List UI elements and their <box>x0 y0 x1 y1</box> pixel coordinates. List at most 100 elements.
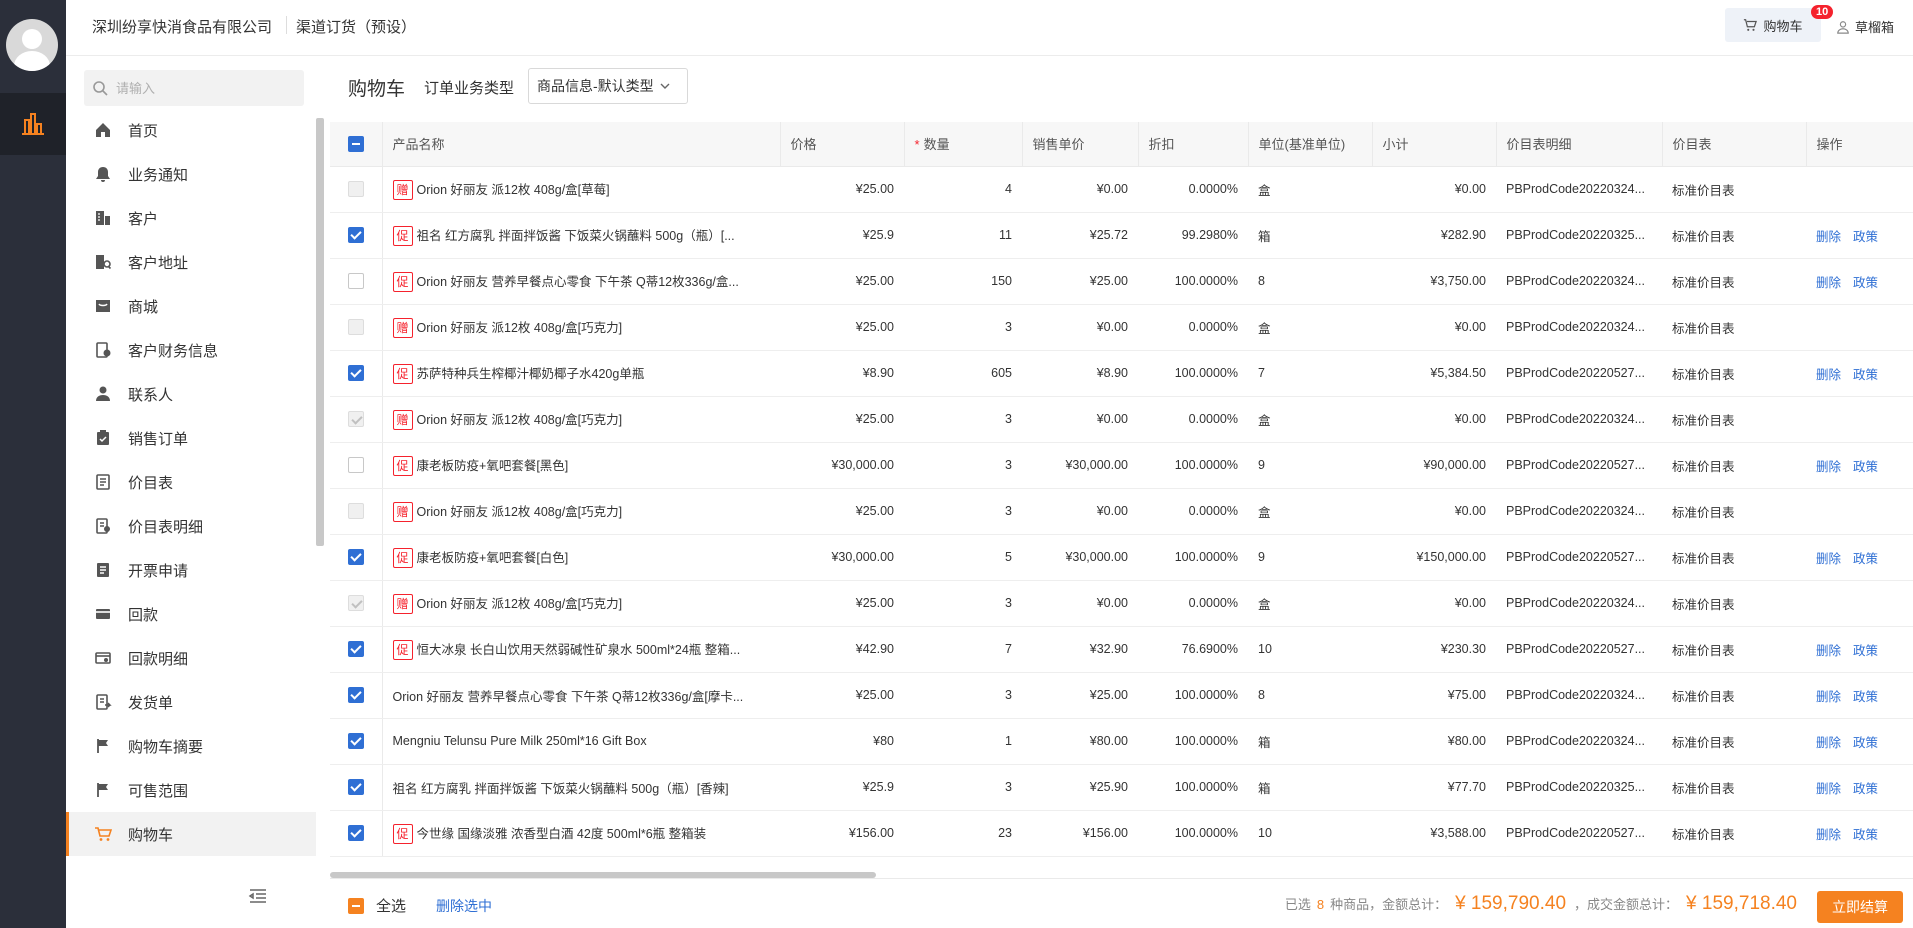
product-name[interactable]: 康老板防疫+氧吧套餐[黑色] <box>417 459 569 473</box>
cell-quantity[interactable]: 3 <box>904 672 1022 719</box>
sidebar-item-8[interactable]: 价目表 <box>66 460 316 504</box>
product-name[interactable]: Orion 好丽友 派12枚 408g/盒[巧克力] <box>417 321 623 335</box>
cell-quantity[interactable]: 3 <box>904 764 1022 811</box>
sidebar-scrollbar[interactable] <box>316 118 324 546</box>
product-name[interactable]: 康老板防疫+氧吧套餐[白色] <box>417 551 569 565</box>
cell-quantity[interactable]: 4 <box>904 166 1022 213</box>
cart-button[interactable]: 购物车 <box>1725 8 1821 42</box>
delete-link[interactable]: 删除 <box>1816 368 1841 382</box>
search-input[interactable] <box>116 80 296 96</box>
table-row[interactable]: 赠 Orion 好丽友 派12枚 408g/盒[巧克力] ¥25.00 3 ¥0.00 0… <box>330 488 1913 535</box>
product-name[interactable]: 祖名 红方腐乳 拌面拌饭酱 下饭菜火锅蘸料 500g（瓶）[... <box>417 229 735 243</box>
checkout-button[interactable]: 立即结算 <box>1817 891 1903 923</box>
table-row[interactable]: 促恒大冰泉 长白山饮用天然弱碱性矿泉水 500ml*24瓶 整箱... ¥42.9… <box>330 626 1913 673</box>
sidebar-item-12[interactable]: 回款明细 <box>66 636 316 680</box>
sidebar-item-4[interactable]: 商城 <box>66 284 316 328</box>
rail-app-item[interactable] <box>0 93 66 155</box>
policy-link[interactable]: 政策 <box>1853 736 1878 750</box>
sidebar-item-9[interactable]: 价目表明细 <box>66 504 316 548</box>
product-name[interactable]: 恒大冰泉 长白山饮用天然弱碱性矿泉水 500ml*24瓶 整箱... <box>417 643 741 657</box>
cell-quantity[interactable]: 11 <box>904 212 1022 259</box>
policy-link[interactable]: 政策 <box>1853 368 1878 382</box>
delete-link[interactable]: 删除 <box>1816 276 1841 290</box>
policy-link[interactable]: 政策 <box>1853 828 1878 842</box>
cell-quantity[interactable]: 3 <box>904 442 1022 489</box>
delete-link[interactable]: 删除 <box>1816 828 1841 842</box>
avatar[interactable] <box>6 19 58 71</box>
policy-link[interactable]: 政策 <box>1853 690 1878 704</box>
table-row[interactable]: Orion 好丽友 营养早餐点心零食 下午茶 Q蒂12枚336g/盒[摩卡...… <box>330 672 1913 719</box>
channel-name[interactable]: 渠道订货（预设） <box>296 16 416 37</box>
delete-link[interactable]: 删除 <box>1816 230 1841 244</box>
delete-link[interactable]: 删除 <box>1816 690 1841 704</box>
delete-link[interactable]: 删除 <box>1816 736 1841 750</box>
product-name[interactable]: Orion 好丽友 派12枚 408g/盒[巧克力] <box>417 505 623 519</box>
table-row[interactable]: 促 Orion 好丽友 营养早餐点心零食 下午茶 Q蒂12枚336g/盒... ¥2… <box>330 258 1913 305</box>
product-name[interactable]: Orion 好丽友 派12枚 408g/盒[巧克力] <box>417 413 623 427</box>
delete-link[interactable]: 删除 <box>1816 460 1841 474</box>
policy-link[interactable]: 政策 <box>1853 644 1878 658</box>
sidebar-item-2[interactable]: 客户 <box>66 196 316 240</box>
product-name[interactable]: Orion 好丽友 派12枚 408g/盒[巧克力] <box>417 597 623 611</box>
table-row[interactable]: 赠 Orion 好丽友 派12枚 408g/盒[巧克力] ¥25.00 3 ¥0.00 0… <box>330 580 1913 627</box>
sidebar-item-13[interactable]: 发货单 <box>66 680 316 724</box>
cell-quantity[interactable]: 23 <box>904 810 1022 857</box>
table-row[interactable]: 赠 Orion 好丽友 派12枚 408g/盒[巧克力] ¥25.00 3 ¥0.00 0… <box>330 396 1913 443</box>
sidebar-item-16[interactable]: 购物车 <box>66 812 316 856</box>
cell-quantity[interactable]: 3 <box>904 580 1022 627</box>
product-name[interactable]: Mengniu Telunsu Pure Milk 250ml*16 Gift … <box>393 734 647 748</box>
select-all-checkbox[interactable] <box>348 897 364 914</box>
policy-link[interactable]: 政策 <box>1853 782 1878 796</box>
sidebar-item-0[interactable]: 首页 <box>66 108 316 152</box>
sidebar-item-10[interactable]: 开票申请 <box>66 548 316 592</box>
table-row[interactable]: 祖名 红方腐乳 拌面拌饭酱 下饭菜火锅蘸料 500g（瓶）[香辣] ¥25.9 3 ¥… <box>330 764 1913 811</box>
table-row[interactable]: Mengniu Telunsu Pure Milk 250ml*16 Gift … <box>330 718 1913 765</box>
cell-quantity[interactable]: 150 <box>904 258 1022 305</box>
policy-link[interactable]: 政策 <box>1853 276 1878 290</box>
row-checkbox[interactable] <box>347 457 364 473</box>
sidebar-item-14[interactable]: 购物车摘要 <box>66 724 316 768</box>
company-name[interactable]: 深圳纷享快消食品有限公司 <box>92 16 272 37</box>
row-checkbox[interactable] <box>347 227 364 243</box>
product-name[interactable]: Orion 好丽友 营养早餐点心零食 下午茶 Q蒂12枚336g/盒... <box>417 275 739 289</box>
sidebar-item-15[interactable]: 可售范围 <box>66 768 316 812</box>
sidebar-item-11[interactable]: 回款 <box>66 592 316 636</box>
product-name[interactable]: 苏萨特种兵生榨椰汁椰奶椰子水420g单瓶 <box>417 367 645 381</box>
row-checkbox[interactable] <box>347 273 364 289</box>
row-checkbox[interactable] <box>347 687 364 703</box>
sidebar-item-3[interactable]: 客户地址 <box>66 240 316 284</box>
policy-link[interactable]: 政策 <box>1853 552 1878 566</box>
product-name[interactable]: Orion 好丽友 营养早餐点心零食 下午茶 Q蒂12枚336g/盒[摩卡... <box>393 690 744 704</box>
sidebar-item-7[interactable]: 销售订单 <box>66 416 316 460</box>
cell-quantity[interactable]: 7 <box>904 626 1022 673</box>
row-checkbox[interactable] <box>347 733 364 749</box>
product-name[interactable]: 祖名 红方腐乳 拌面拌饭酱 下饭菜火锅蘸料 500g（瓶）[香辣] <box>393 782 729 796</box>
cell-quantity[interactable]: 3 <box>904 304 1022 351</box>
policy-link[interactable]: 政策 <box>1853 230 1878 244</box>
cell-quantity[interactable]: 605 <box>904 350 1022 397</box>
cell-quantity[interactable]: 5 <box>904 534 1022 581</box>
table-row[interactable]: 促苏萨特种兵生榨椰汁椰奶椰子水420g单瓶 ¥8.90 605 ¥8.90 100.00… <box>330 350 1913 397</box>
row-checkbox[interactable] <box>347 825 364 841</box>
delete-link[interactable]: 删除 <box>1816 644 1841 658</box>
order-type-select[interactable]: 商品信息-默认类型 <box>528 68 688 104</box>
row-checkbox[interactable] <box>347 365 364 381</box>
table-row[interactable]: 赠 Orion 好丽友 派12枚 408g/盒[巧克力] ¥25.00 3 ¥0.00 0… <box>330 304 1913 351</box>
cell-quantity[interactable]: 3 <box>904 396 1022 443</box>
select-all-label[interactable]: 全选 <box>376 895 406 916</box>
table-row[interactable]: 促今世缘 国缘淡雅 浓香型白酒 42度 500ml*6瓶 整箱装 ¥156.00 2… <box>330 810 1913 857</box>
cell-quantity[interactable]: 3 <box>904 488 1022 535</box>
product-name[interactable]: Orion 好丽友 派12枚 408g/盒[草莓] <box>417 183 610 197</box>
policy-link[interactable]: 政策 <box>1853 460 1878 474</box>
table-row[interactable]: 促康老板防疫+氧吧套餐[白色] ¥30,000.00 5 ¥30,000.00 100.… <box>330 534 1913 581</box>
sidebar-item-5[interactable]: 客户财务信息 <box>66 328 316 372</box>
table-row[interactable]: 赠 Orion 好丽友 派12枚 408g/盒[草莓] ¥25.00 4 ¥0.00 0.… <box>330 166 1913 213</box>
row-checkbox[interactable] <box>347 549 364 565</box>
sidebar-item-6[interactable]: 联系人 <box>66 372 316 416</box>
delete-link[interactable]: 删除 <box>1816 782 1841 796</box>
select-all-header-checkbox[interactable] <box>330 122 383 167</box>
collapse-sidebar-button[interactable] <box>248 888 268 907</box>
user-menu[interactable]: 草榴箱 <box>1836 17 1894 36</box>
row-checkbox[interactable] <box>347 641 364 657</box>
product-name[interactable]: 今世缘 国缘淡雅 浓香型白酒 42度 500ml*6瓶 整箱装 <box>417 827 707 841</box>
